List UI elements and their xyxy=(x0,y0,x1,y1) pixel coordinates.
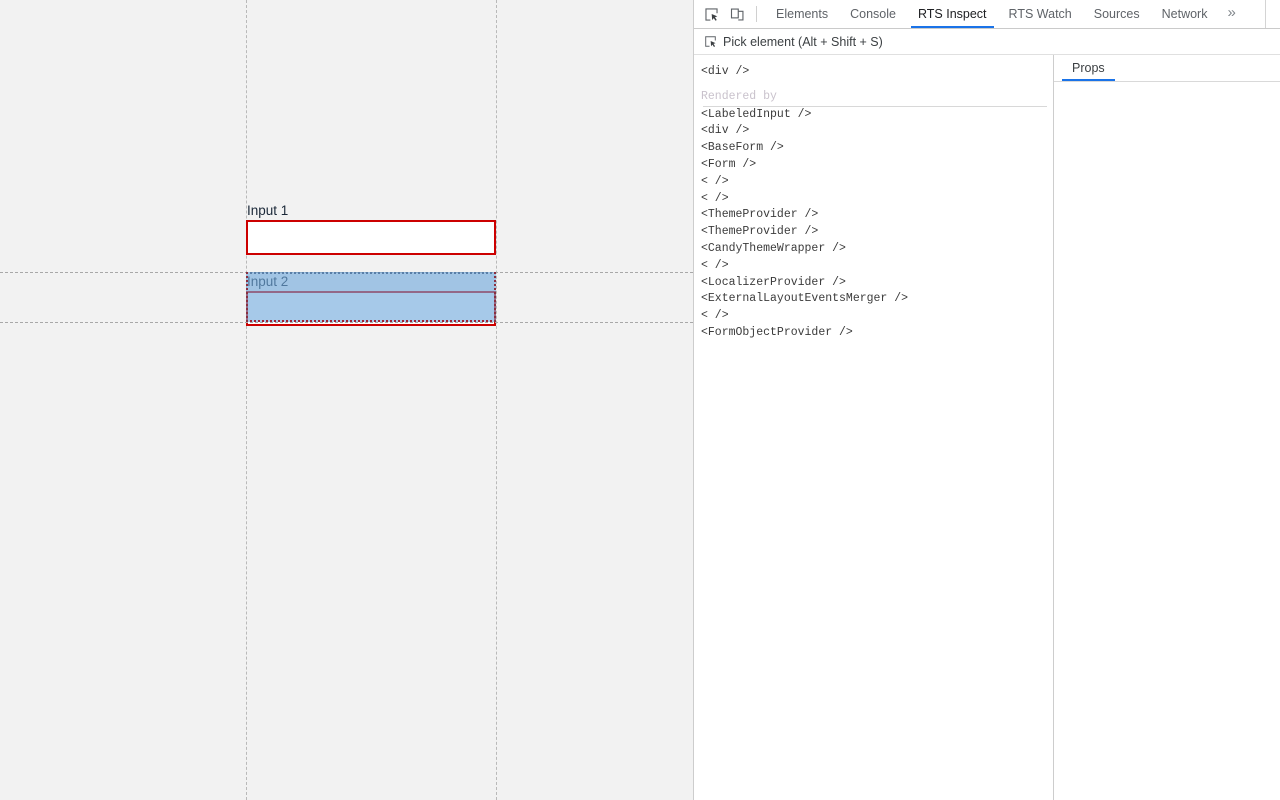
tab-console[interactable]: Console xyxy=(839,0,907,28)
rendered-by-divider xyxy=(703,105,1047,107)
tree-ancestor-row[interactable]: <ThemeProvider /> xyxy=(700,224,1053,241)
tab-rts-watch[interactable]: RTS Watch xyxy=(998,0,1083,28)
tree-ancestor-row[interactable]: <FormObjectProvider /> xyxy=(700,325,1053,342)
tree-selected-node[interactable]: <div /> xyxy=(700,64,1053,81)
tree-ancestor-row[interactable]: <Form /> xyxy=(700,157,1053,174)
field-group-input-1: Input 1 xyxy=(246,202,496,255)
tree-ancestor-row[interactable]: <div /> xyxy=(700,123,1053,140)
field-group-input-2: Input 2 xyxy=(246,273,496,326)
rendered-by-section-header: Rendered by xyxy=(700,89,1053,107)
devtools-right-rail xyxy=(1265,0,1280,28)
pick-element-icon[interactable] xyxy=(702,34,718,50)
pick-element-label[interactable]: Pick element (Alt + Shift + S) xyxy=(723,35,883,49)
tree-ancestor-row[interactable]: < /> xyxy=(700,308,1053,325)
tree-ancestor-row[interactable]: <BaseForm /> xyxy=(700,140,1053,157)
page-viewport: Input 1 Input 2 xyxy=(0,0,693,800)
highlight-guide-top xyxy=(0,272,693,273)
input-2-field[interactable] xyxy=(246,291,496,326)
tree-ancestor-row[interactable]: <LocalizerProvider /> xyxy=(700,275,1053,292)
props-sidebar: Props xyxy=(1053,55,1280,800)
inspect-element-icon[interactable] xyxy=(698,1,724,27)
devtools-tabbar: Elements Console RTS Inspect RTS Watch S… xyxy=(694,0,1280,29)
tree-ancestor-row[interactable]: < /> xyxy=(700,174,1053,191)
device-toolbar-icon[interactable] xyxy=(724,1,750,27)
props-sidebar-content xyxy=(1054,82,1280,800)
tab-network[interactable]: Network xyxy=(1151,0,1219,28)
label-input-2: Input 2 xyxy=(247,274,289,289)
input-1-field[interactable] xyxy=(246,220,496,255)
tree-ancestor-row[interactable]: <ExternalLayoutEventsMerger /> xyxy=(700,291,1053,308)
label-input-1: Input 1 xyxy=(247,203,289,218)
devtools-panel: Elements Console RTS Inspect RTS Watch S… xyxy=(693,0,1280,800)
tab-elements[interactable]: Elements xyxy=(765,0,839,28)
screen-root: Input 1 Input 2 Elements Console RTS Ins… xyxy=(0,0,1280,800)
tree-ancestor-row[interactable]: < /> xyxy=(700,258,1053,275)
rendered-by-label: Rendered by xyxy=(701,89,777,103)
toolbar-divider xyxy=(756,6,757,22)
layout-guide-vertical-right xyxy=(496,0,497,800)
tab-rts-inspect[interactable]: RTS Inspect xyxy=(907,0,998,28)
tree-ancestor-row[interactable]: < /> xyxy=(700,191,1053,208)
rts-inspect-tree: <div /> Rendered by <LabeledInput /> <di… xyxy=(694,55,1053,800)
highlight-guide-bottom xyxy=(0,322,693,323)
form-column: Input 1 Input 2 xyxy=(246,0,496,800)
pick-element-bar[interactable]: Pick element (Alt + Shift + S) xyxy=(694,29,1280,55)
tab-props[interactable]: Props xyxy=(1062,56,1115,81)
tree-ancestor-row[interactable]: <ThemeProvider /> xyxy=(700,207,1053,224)
devtools-body: <div /> Rendered by <LabeledInput /> <di… xyxy=(694,55,1280,800)
more-tabs-icon[interactable]: » xyxy=(1218,0,1244,28)
tree-ancestor-row[interactable]: <CandyThemeWrapper /> xyxy=(700,241,1053,258)
tab-sources[interactable]: Sources xyxy=(1083,0,1151,28)
tree-ancestor-row[interactable]: <LabeledInput /> xyxy=(700,107,1053,124)
props-sidebar-tabbar: Props xyxy=(1054,55,1280,82)
